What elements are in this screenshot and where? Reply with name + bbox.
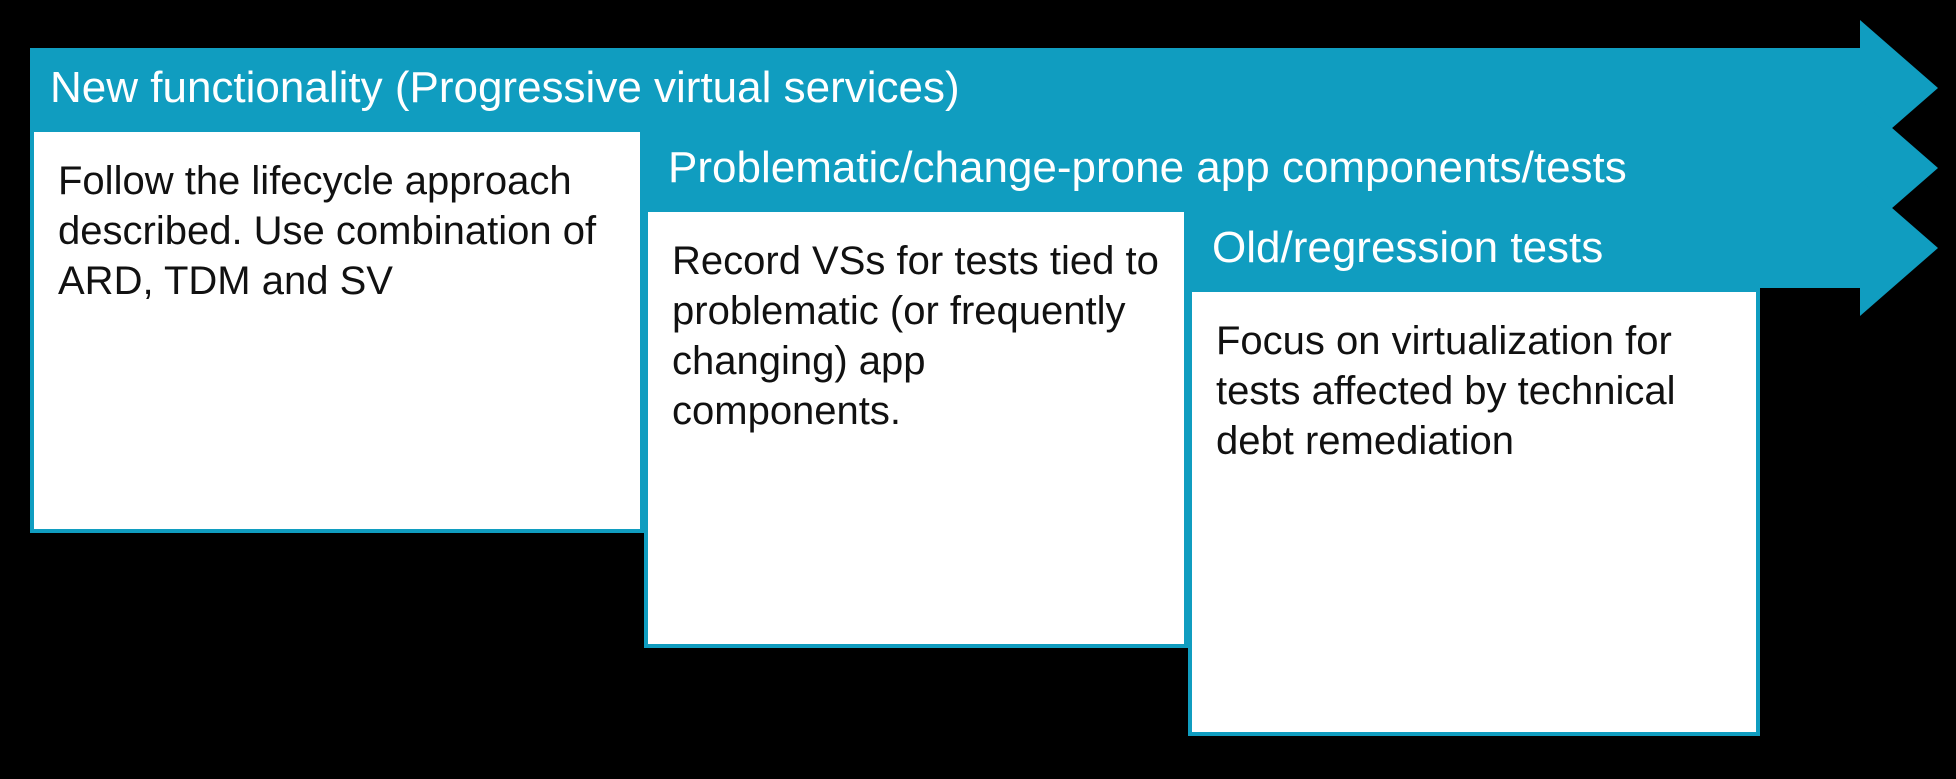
arrow-bar: Old/regression tests xyxy=(1188,208,1860,288)
arrow-bar: Problematic/change-prone app components/… xyxy=(644,128,1860,208)
arrow-problematic-components: Problematic/change-prone app components/… xyxy=(644,128,1860,208)
body-problematic-components: Record VSs for tests tied to problematic… xyxy=(644,208,1188,648)
body-new-functionality: Follow the lifecycle approach described.… xyxy=(30,128,644,533)
arrow-old-regression: Old/regression tests xyxy=(1188,208,1860,288)
arrow-head-icon xyxy=(1860,180,1938,316)
body-text-new-functionality: Follow the lifecycle approach described.… xyxy=(58,156,616,306)
arrow-new-functionality: New functionality (Progressive virtual s… xyxy=(30,48,1860,128)
arrow-title-old-regression: Old/regression tests xyxy=(1212,224,1603,272)
diagram-stage: New functionality (Progressive virtual s… xyxy=(0,0,1956,779)
body-text-old-regression: Focus on virtualization for tests affect… xyxy=(1216,316,1732,466)
arrow-bar: New functionality (Progressive virtual s… xyxy=(30,48,1860,128)
arrow-title-new-functionality: New functionality (Progressive virtual s… xyxy=(50,64,960,112)
arrow-title-problematic-components: Problematic/change-prone app components/… xyxy=(668,144,1627,192)
body-old-regression: Focus on virtualization for tests affect… xyxy=(1188,288,1760,736)
body-text-problematic-components: Record VSs for tests tied to problematic… xyxy=(672,236,1160,436)
